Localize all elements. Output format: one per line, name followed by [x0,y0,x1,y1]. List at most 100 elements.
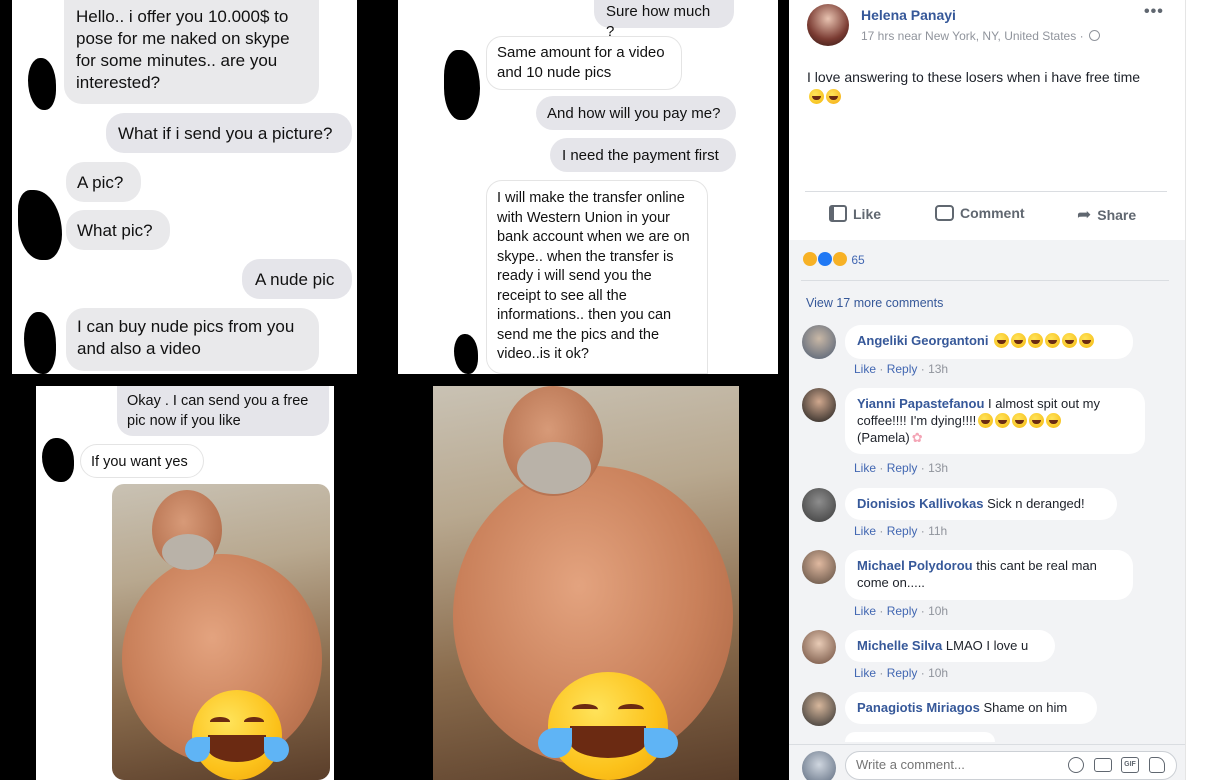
post-text: I love answering to these losers when i … [807,68,1157,106]
commenter-name[interactable]: Michelle Silva [857,638,942,653]
chat-bubble: Sure how much ? [594,0,734,40]
chat-screenshot-3: Okay . I can send you a free pic now if … [6,386,386,780]
window-right-edge [1185,0,1205,780]
commenter-avatar[interactable] [802,325,836,359]
chat-bubble: I can buy nude pics from you and also a … [66,308,319,371]
commenter-name[interactable]: Michael Polydorou [857,558,973,573]
write-comment-input[interactable] [856,757,1056,772]
comment-like-link[interactable]: Like [854,362,876,376]
redaction-scribble [28,58,56,110]
chat-bubble: Same amount for a video and 10 nude pics [486,36,682,90]
enlarged-photo-panel [398,386,778,780]
chat-screenshot-2: Sure how much ? Same amount for a video … [398,0,778,374]
comment-composer[interactable]: GIF [845,751,1177,780]
globe-icon [1088,30,1100,41]
comment-bubble: Michelle Silva LMAO I love u [845,630,1055,662]
comment-actions: Like · Reply · 13h [854,461,949,475]
facebook-post-panel: Helena Panayi 17 hrs near New York, NY, … [789,0,1185,780]
comment-time[interactable]: 10h [928,604,948,618]
chat-bubble: Hello.. i offer you 10.000$ to pose for … [64,0,319,104]
laughing-emoji-icon [1028,333,1044,348]
commenter-avatar[interactable] [802,388,836,422]
comment-reply-link[interactable]: Reply [887,461,918,475]
current-user-avatar [802,751,836,780]
haha-reaction-icon [803,252,817,266]
divider [801,280,1169,281]
black-border [6,386,36,780]
comment-time[interactable]: 13h [928,362,948,376]
ellipsis-icon: ••• [1144,3,1164,20]
laughing-crying-emoji-icon [184,690,290,780]
camera-icon[interactable] [1094,758,1112,772]
comment-reply-link[interactable]: Reply [887,362,918,376]
smiling-emoji-icon [809,89,824,104]
comment-bubble: Panagiotis Miriagos Shame on him [845,692,1097,724]
comment-icon [935,205,954,221]
comment-actions: Like · Reply · 11h [854,524,948,538]
redaction-scribble [18,190,62,260]
commenter-name[interactable]: Angeliki Georgantoni [857,333,988,348]
redaction-scribble [454,334,478,374]
laughing-emoji-icon [995,413,1011,428]
comment-actions: Like · Reply · 10h [854,604,949,618]
commenter-avatar[interactable] [802,630,836,664]
emoji-icon[interactable] [1068,757,1084,773]
laughing-emoji-icon [1045,333,1061,348]
comment-bubble: Yianni Papastefanou I almost spit out my… [845,388,1145,454]
chat-bubble: Okay . I can send you a free pic now if … [117,386,329,436]
laughing-emoji-icon [978,413,994,428]
author-name[interactable]: Helena Panayi [861,7,956,23]
comment-bubble: Dionisios Kallivokas Sick n deranged! [845,488,1117,520]
share-button[interactable]: ➦ Share [1077,205,1136,225]
laughing-emoji-icon [994,333,1010,348]
sticker-icon[interactable] [1149,757,1165,773]
chat-bubble: What if i send you a picture? [106,113,352,153]
divider [789,744,1185,745]
commenter-avatar[interactable] [802,692,836,726]
comment-actions: Like · Reply · 13h [854,362,949,376]
comments-area: 65 View 17 more comments Angeliki Georga… [789,240,1185,780]
comment-reply-link[interactable]: Reply [887,524,918,538]
comment-reply-link[interactable]: Reply [887,604,918,618]
author-avatar[interactable] [807,4,849,46]
comment-time[interactable]: 13h [928,461,948,475]
commenter-avatar[interactable] [802,550,836,584]
commenter-avatar[interactable] [802,488,836,522]
chat-bubble: A pic? [66,162,141,202]
comment-button[interactable]: Comment [935,205,1025,221]
share-icon: ➦ [1077,205,1092,224]
more-options-button[interactable]: ••• [1144,3,1164,21]
comment-time[interactable]: 11h [928,524,947,538]
cherry-blossom-icon: ✿ [911,430,923,445]
commenter-name[interactable]: Yianni Papastefanou [857,396,984,411]
redaction-scribble [444,50,480,120]
post-meta: 17 hrs near New York, NY, United States … [861,29,1100,43]
laughing-emoji-icon [1011,333,1027,348]
black-border [334,386,386,780]
thumbs-up-icon [829,205,847,222]
comment-bubble: Angeliki Georgantoni [845,325,1133,359]
like-reaction-icon [818,252,832,266]
laughing-crying-emoji-icon [538,672,678,780]
laughing-emoji-icon [1062,333,1078,348]
sad-reaction-icon [833,252,847,266]
comment-time[interactable]: 10h [928,666,948,680]
chat-bubble: I need the payment first [550,138,736,172]
comment-like-link[interactable]: Like [854,461,876,475]
commenter-name[interactable]: Panagiotis Miriagos [857,700,980,715]
gif-icon[interactable]: GIF [1121,757,1139,773]
reactions-summary[interactable]: 65 [803,252,865,267]
view-more-comments-link[interactable]: View 17 more comments [806,296,943,310]
like-button[interactable]: Like [829,205,881,222]
commenter-name[interactable]: Dionisios Kallivokas [857,496,983,511]
chat-bubble: And how will you pay me? [536,96,736,130]
comment-like-link[interactable]: Like [854,524,876,538]
chat-bubble: What pic? [66,210,170,250]
chat-bubble: A nude pic [242,259,352,299]
laughing-emoji-icon [1012,413,1028,428]
comment-reply-link[interactable]: Reply [887,666,918,680]
chat-bubble: I will make the transfer online with Wes… [486,180,708,374]
comment-like-link[interactable]: Like [854,666,876,680]
comment-like-link[interactable]: Like [854,604,876,618]
laughing-emoji-icon [1079,333,1095,348]
